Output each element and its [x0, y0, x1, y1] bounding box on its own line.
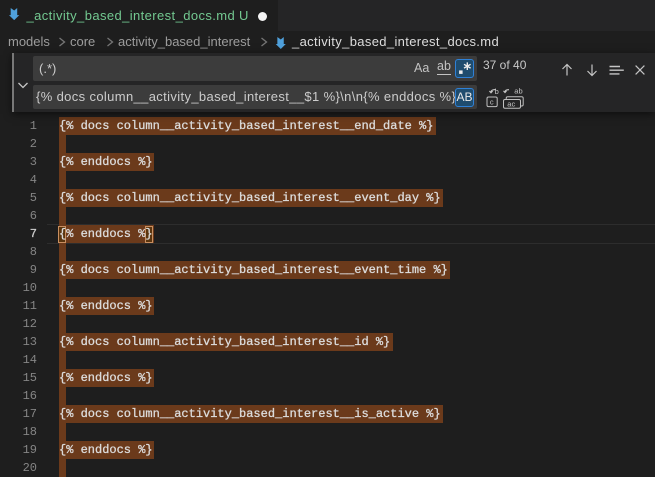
svg-text:ac: ac	[507, 100, 515, 109]
svg-text:c: c	[490, 97, 494, 106]
svg-text:ab: ab	[514, 87, 522, 96]
svg-text:b: b	[495, 87, 499, 96]
